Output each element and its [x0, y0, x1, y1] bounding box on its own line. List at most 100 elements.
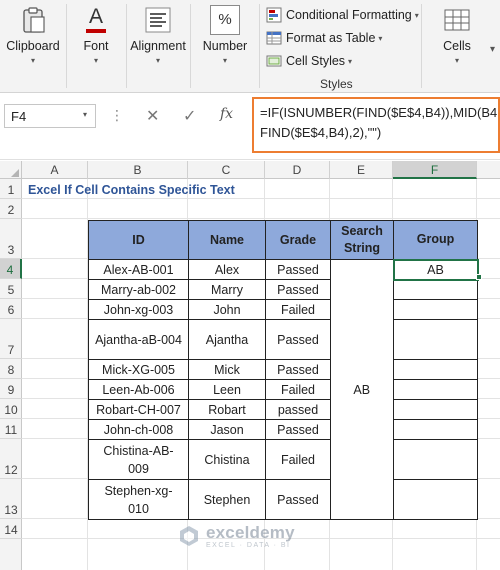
cancel-icon[interactable]: ✕ — [146, 106, 159, 126]
column-header-b[interactable]: B — [88, 161, 188, 179]
format-as-table-button[interactable]: Format as Table ▾ — [266, 28, 382, 48]
cell-id[interactable]: Leen-Ab-006 — [88, 379, 189, 400]
cell-name[interactable]: Leen — [188, 379, 266, 400]
clipboard-label: Clipboard — [6, 39, 60, 53]
number-group[interactable]: % Number ▾ — [193, 0, 257, 93]
conditional-formatting-caret: ▾ — [414, 10, 419, 20]
table-row: Marry-ab-002 Marry Passed — [88, 279, 478, 300]
row-header-7[interactable]: 7 — [0, 319, 22, 359]
cell-grade[interactable]: Failed — [265, 379, 331, 400]
cell-id[interactable]: Marry-ab-002 — [88, 279, 189, 300]
row-header-14[interactable]: 14 — [0, 519, 22, 539]
alignment-label: Alignment — [130, 39, 186, 53]
font-icon: A — [81, 5, 111, 35]
cell-name[interactable]: Stephen — [188, 479, 266, 520]
row-header-11[interactable]: 11 — [0, 419, 22, 439]
header-grade[interactable]: Grade — [265, 220, 331, 260]
sheet-title[interactable]: Excel If Cell Contains Specific Text — [28, 183, 235, 197]
cell-grade[interactable]: Passed — [265, 359, 331, 380]
cell-group[interactable] — [393, 479, 478, 520]
column-header-c[interactable]: C — [188, 161, 265, 179]
cell-grade[interactable]: Passed — [265, 319, 331, 360]
clipboard-caret: ▾ — [30, 56, 35, 65]
cell-id[interactable]: Mick-XG-005 — [88, 359, 189, 380]
enter-icon[interactable]: ✓ — [183, 106, 196, 126]
cell-id[interactable]: Ajantha-aB-004 — [88, 319, 189, 360]
cell-grade[interactable]: Passed — [265, 479, 331, 520]
row-header-10[interactable]: 10 — [0, 399, 22, 419]
ribbon-scroll-caret[interactable]: ▾ — [490, 44, 495, 55]
cell-styles-button[interactable]: Cell Styles ▾ — [266, 51, 352, 71]
cells-group[interactable]: Cells ▾ — [424, 0, 490, 93]
row-header-5[interactable]: 5 — [0, 279, 22, 299]
font-icon-letter: A — [88, 5, 103, 28]
table-row: Robart-CH-007 Robart passed — [88, 399, 478, 420]
row-header-8[interactable]: 8 — [0, 359, 22, 379]
font-group[interactable]: A Font ▾ — [66, 0, 126, 93]
formula-input[interactable]: =IF(ISNUMBER(FIND($E$4,B4)),MID(B4, FIND… — [252, 97, 500, 153]
cell-name[interactable]: John — [188, 299, 266, 320]
cell-group[interactable] — [393, 379, 478, 400]
table-row: Mick-XG-005 Mick Passed — [88, 359, 478, 380]
formula-bar: F4 ▾ ⋮ ✕ ✓ fx =IF(ISNUMBER(FIND($E$4,B4)… — [0, 93, 500, 160]
cell-group-active[interactable]: AB — [392, 258, 479, 281]
data-table: ID Name Grade Search String Group Alex-A… — [88, 220, 479, 520]
column-header-e[interactable]: E — [330, 161, 393, 179]
cell-group[interactable] — [393, 399, 478, 420]
cells-icon — [444, 9, 470, 31]
header-id[interactable]: ID — [88, 220, 189, 260]
cell-id[interactable]: John-xg-003 — [88, 299, 189, 320]
cell-grade[interactable]: Failed — [265, 299, 331, 320]
format-as-table-label: Format as Table — [286, 31, 376, 45]
cell-grade[interactable]: Failed — [265, 439, 331, 480]
cell-name[interactable]: Jason — [188, 419, 266, 440]
column-header-f[interactable]: F — [393, 161, 477, 179]
cell-name[interactable]: Robart — [188, 399, 266, 420]
select-all-corner[interactable] — [0, 161, 22, 179]
column-header-a[interactable]: A — [22, 161, 88, 179]
cell-grade[interactable]: Passed — [265, 259, 331, 280]
clipboard-group[interactable]: Clipboard ▾ — [0, 0, 66, 93]
row-header-13[interactable]: 13 — [0, 479, 22, 519]
cell-group[interactable] — [393, 299, 478, 320]
cell-id[interactable]: Stephen-xg-010 — [88, 479, 189, 520]
row-header-9[interactable]: 9 — [0, 379, 22, 399]
row-header-4[interactable]: 4 — [0, 259, 22, 279]
column-header-d[interactable]: D — [265, 161, 330, 179]
cell-name[interactable]: Chistina — [188, 439, 266, 480]
header-search-string[interactable]: Search String — [330, 220, 394, 260]
cell-name[interactable]: Mick — [188, 359, 266, 380]
cell-id[interactable]: Robart-CH-007 — [88, 399, 189, 420]
name-box-caret[interactable]: ▾ — [83, 110, 87, 119]
row-header-3[interactable]: 3 — [0, 219, 22, 259]
row-header-2[interactable]: 2 — [0, 199, 22, 219]
fill-handle[interactable] — [476, 274, 482, 280]
cell-group[interactable] — [393, 419, 478, 440]
row-header-6[interactable]: 6 — [0, 299, 22, 319]
row-header-1[interactable]: 1 — [0, 179, 22, 199]
insert-function-icon[interactable]: fx — [220, 106, 233, 122]
header-group[interactable]: Group — [393, 220, 478, 260]
cell-id[interactable]: Alex-AB-001 — [88, 259, 189, 280]
cell-group[interactable] — [393, 319, 478, 360]
cell-id[interactable]: Chistina-AB-009 — [88, 439, 189, 480]
formula-bar-grip-icon[interactable]: ⋮ — [110, 107, 124, 124]
cell-group[interactable] — [393, 439, 478, 480]
cell-name[interactable]: Alex — [188, 259, 266, 280]
conditional-formatting-button[interactable]: Conditional Formatting ▾ — [266, 5, 419, 25]
cell-grade[interactable]: Passed — [265, 419, 331, 440]
cell-grade[interactable]: Passed — [265, 279, 331, 300]
cell-name[interactable]: Ajantha — [188, 319, 266, 360]
cell-grade[interactable]: passed — [265, 399, 331, 420]
cell-search-string[interactable]: AB — [330, 259, 394, 520]
cell-id[interactable]: John-ch-008 — [88, 419, 189, 440]
alignment-icon — [145, 7, 171, 33]
cell-name[interactable]: Marry — [188, 279, 266, 300]
row-header-12[interactable]: 12 — [0, 439, 22, 479]
header-name[interactable]: Name — [188, 220, 266, 260]
font-label: Font — [83, 39, 109, 53]
worksheet-grid[interactable]: Excel If Cell Contains Specific Text ID … — [22, 179, 500, 570]
cell-group[interactable] — [393, 279, 478, 300]
cell-group[interactable] — [393, 359, 478, 380]
alignment-group[interactable]: Alignment ▾ — [126, 0, 190, 93]
